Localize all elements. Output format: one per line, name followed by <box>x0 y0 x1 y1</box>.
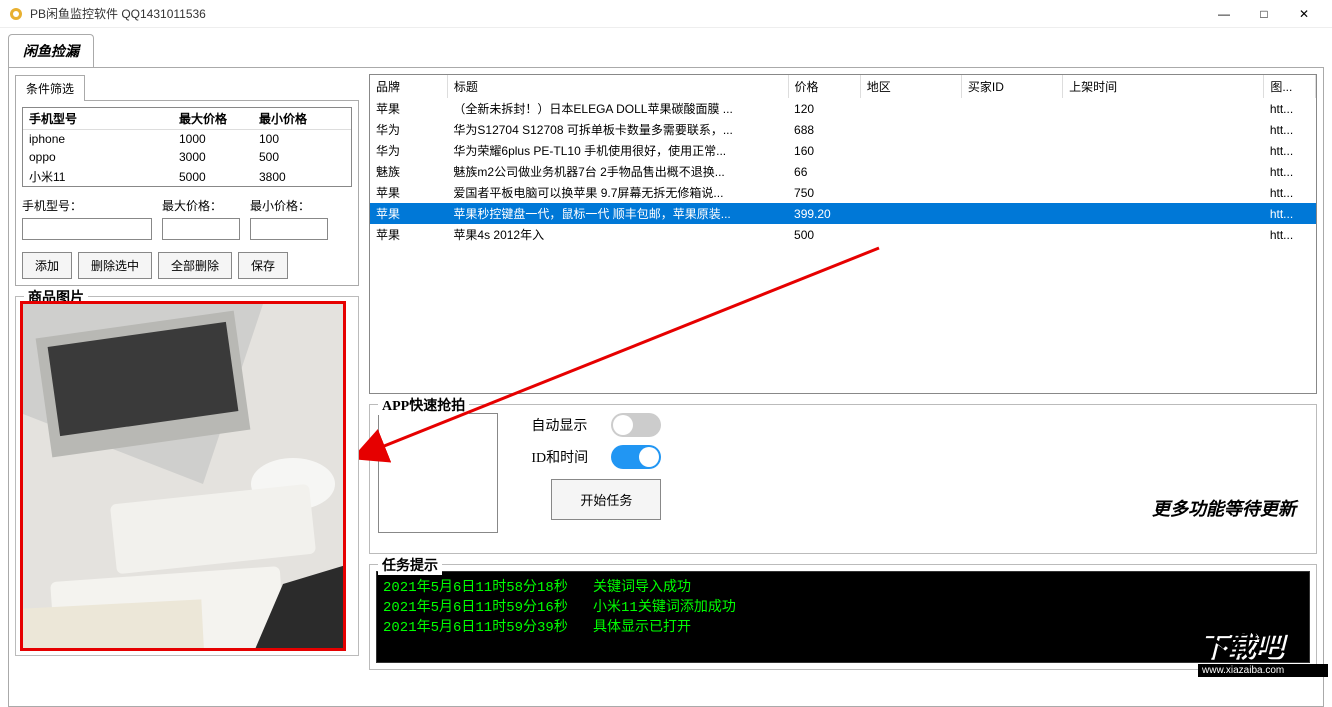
minimize-button[interactable]: — <box>1204 0 1244 28</box>
log-line: 2021年5月6日11时59分39秒 具体显示已打开 <box>383 616 1303 636</box>
label-id-time: ID和时间 <box>531 447 611 467</box>
log-line: 2021年5月6日11时58分18秒 关键词导入成功 <box>383 576 1303 596</box>
filter-row: 小米1150003800 <box>23 166 351 187</box>
label-max: 最大价格： <box>162 197 240 214</box>
col-price[interactable]: 价格 <box>788 75 860 98</box>
tab-xianyu[interactable]: 闲鱼捡漏 <box>8 34 94 67</box>
col-max[interactable]: 最大价格 <box>173 108 253 130</box>
toggle-auto-show[interactable] <box>611 413 661 437</box>
col-model[interactable]: 手机型号 <box>23 108 173 130</box>
label-auto-show: 自动显示 <box>531 415 611 435</box>
col-img[interactable]: 图... <box>1264 75 1316 98</box>
delete-selected-button[interactable]: 删除选中 <box>78 252 152 279</box>
result-row[interactable]: 华为华为S12704 S12708 可拆单板卡数量多需要联系，...688htt… <box>370 119 1316 140</box>
qr-box <box>378 413 498 533</box>
main-tab-body: 条件筛选 手机型号 最大价格 最小价格 iphone1000100 oppo30… <box>8 67 1324 707</box>
label-model: 手机型号： <box>22 197 152 214</box>
toggle-id-time[interactable] <box>611 445 661 469</box>
right-panel: 品牌 标题 价格 地区 买家ID 上架时间 图... 苹果（全新未拆封！）日本E… <box>369 74 1317 700</box>
save-button[interactable]: 保存 <box>238 252 288 279</box>
start-task-button[interactable]: 开始任务 <box>551 479 661 520</box>
main-tab-strip: 闲鱼捡漏 <box>0 28 1332 67</box>
max-price-input[interactable] <box>162 218 240 240</box>
label-min: 最小价格： <box>250 197 328 214</box>
result-row[interactable]: 苹果苹果秒控键盘一代，鼠标一代 顺丰包邮，苹果原装...399.20htt... <box>370 203 1316 224</box>
result-row[interactable]: 苹果爱国者平板电脑可以换苹果 9.7屏幕无拆无修箱说...750htt... <box>370 182 1316 203</box>
result-row[interactable]: 华为华为荣耀6plus PE-TL10 手机使用很好，使用正常...160htt… <box>370 140 1316 161</box>
filter-row: iphone1000100 <box>23 130 351 149</box>
maximize-button[interactable]: □ <box>1244 0 1284 28</box>
col-buyer[interactable]: 买家ID <box>961 75 1062 98</box>
product-image <box>20 301 346 651</box>
task-log[interactable]: 2021年5月6日11时58分18秒 关键词导入成功 2021年5月6日11时5… <box>376 571 1310 663</box>
left-panel: 条件筛选 手机型号 最大价格 最小价格 iphone1000100 oppo30… <box>15 74 359 664</box>
tab-filter[interactable]: 条件筛选 <box>15 75 85 101</box>
model-input[interactable] <box>22 218 152 240</box>
result-row[interactable]: 魅族魅族m2公司做业务机器7台 2手物品售出概不退换...66htt... <box>370 161 1316 182</box>
window-title: PB闲鱼监控软件 QQ1431011536 <box>30 5 1204 22</box>
more-features-text: 更多功能等待更新 <box>1152 495 1296 521</box>
task-log-group: 任务提示 2021年5月6日11时58分18秒 关键词导入成功 2021年5月6… <box>369 564 1317 670</box>
result-row[interactable]: 苹果苹果4s 2012年入500htt... <box>370 224 1316 245</box>
filter-panel: 手机型号 最大价格 最小价格 iphone1000100 oppo3000500… <box>15 100 359 286</box>
filter-table[interactable]: 手机型号 最大价格 最小价格 iphone1000100 oppo3000500… <box>22 107 352 187</box>
window-titlebar: PB闲鱼监控软件 QQ1431011536 — □ ✕ <box>0 0 1332 28</box>
watermark-text: 下载吧 <box>1198 624 1328 664</box>
task-legend: 任务提示 <box>378 555 442 575</box>
product-image-placeholder <box>23 304 343 648</box>
app-quick-grab-group: APP快速抢拍 自动显示 ID和时间 开始任务 更多功能等待更新 <box>369 404 1317 554</box>
log-line: 2021年5月6日11时59分16秒 小米11关键词添加成功 <box>383 596 1303 616</box>
col-title[interactable]: 标题 <box>447 75 788 98</box>
delete-all-button[interactable]: 全部删除 <box>158 252 232 279</box>
app-icon <box>8 6 24 22</box>
product-image-group: 商品图片 <box>15 296 359 656</box>
qr-placeholder <box>378 413 498 533</box>
close-button[interactable]: ✕ <box>1284 0 1324 28</box>
col-min[interactable]: 最小价格 <box>253 108 351 130</box>
result-row[interactable]: 苹果（全新未拆封！）日本ELEGA DOLL苹果碳酸面膜 ...120htt..… <box>370 98 1316 119</box>
col-listed[interactable]: 上架时间 <box>1063 75 1264 98</box>
watermark: 下载吧 www.xiazaiba.com <box>1198 624 1328 684</box>
filter-row: oppo3000500 <box>23 148 351 166</box>
col-region[interactable]: 地区 <box>860 75 961 98</box>
col-brand[interactable]: 品牌 <box>370 75 447 98</box>
add-button[interactable]: 添加 <box>22 252 72 279</box>
app-legend: APP快速抢拍 <box>378 395 469 415</box>
watermark-url: www.xiazaiba.com <box>1198 664 1328 677</box>
min-price-input[interactable] <box>250 218 328 240</box>
results-table[interactable]: 品牌 标题 价格 地区 买家ID 上架时间 图... 苹果（全新未拆封！）日本E… <box>369 74 1317 394</box>
